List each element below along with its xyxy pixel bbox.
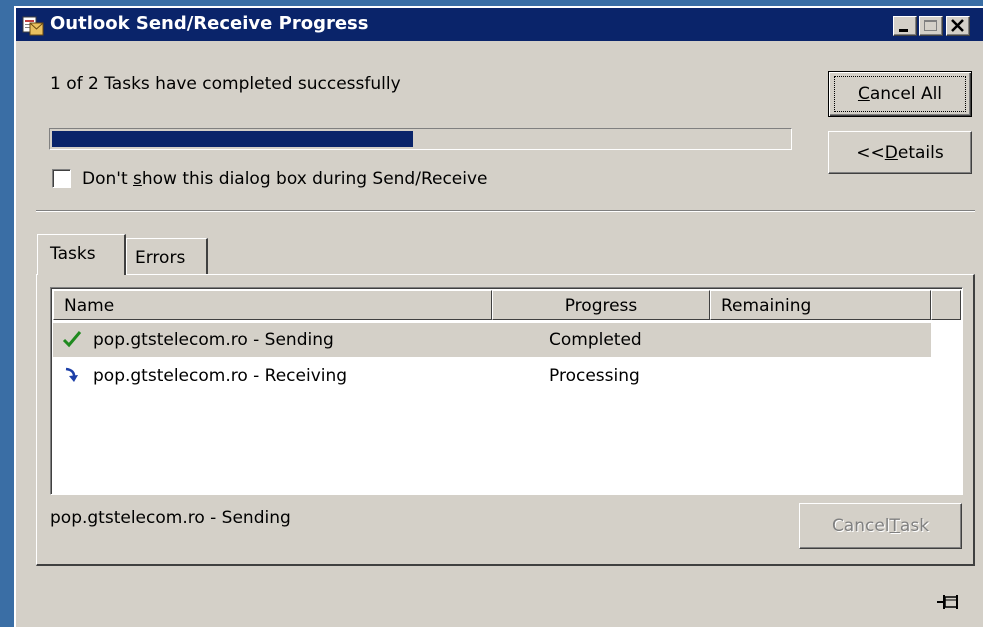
task-list[interactable]: Name Progress Remaining pop.gtstelecom.r… bbox=[50, 287, 963, 495]
column-remaining-label: Remaining bbox=[721, 296, 812, 316]
title-bar[interactable]: Outlook Send/Receive Progress bbox=[16, 8, 983, 41]
receive-arrow-icon bbox=[63, 366, 81, 391]
tab-errors[interactable]: Errors bbox=[126, 238, 208, 274]
send-receive-dialog: Outlook Send/Receive Progress 1 of 2 Tas… bbox=[14, 6, 983, 627]
details-label: << Details bbox=[856, 142, 944, 163]
task-progress: Processing bbox=[549, 366, 640, 386]
progress-bar-fill bbox=[52, 131, 413, 147]
maximize-button[interactable] bbox=[919, 16, 943, 36]
checkmark-icon bbox=[61, 329, 83, 354]
column-header-remaining[interactable]: Remaining bbox=[710, 290, 931, 320]
close-icon bbox=[951, 19, 964, 32]
tab-errors-label: Errors bbox=[135, 248, 186, 268]
tab-tasks[interactable]: Tasks bbox=[37, 234, 126, 275]
window-title: Outlook Send/Receive Progress bbox=[50, 13, 369, 34]
cancel-all-label: Cancel All bbox=[857, 84, 943, 104]
task-progress: Completed bbox=[549, 330, 642, 350]
tab-tasks-label: Tasks bbox=[50, 244, 96, 264]
column-header-filler bbox=[931, 290, 961, 320]
column-header-name[interactable]: Name bbox=[53, 290, 492, 320]
separator-line bbox=[36, 210, 975, 212]
column-name-label: Name bbox=[64, 296, 115, 316]
dont-show-checkbox[interactable] bbox=[52, 169, 71, 188]
dont-show-label[interactable]: Don't show this dialog box during Send/R… bbox=[82, 169, 488, 189]
table-row[interactable]: pop.gtstelecom.ro - Sending Completed bbox=[53, 323, 931, 357]
cancel-task-button[interactable]: Cancel Task bbox=[799, 503, 962, 549]
column-progress-label: Progress bbox=[564, 296, 638, 316]
minimize-button[interactable] bbox=[893, 16, 917, 36]
maximize-icon bbox=[924, 20, 937, 31]
details-button[interactable]: << Details bbox=[828, 131, 972, 174]
selected-task-label: pop.gtstelecom.ro - Sending bbox=[50, 508, 291, 528]
pin-icon[interactable] bbox=[936, 592, 962, 617]
task-name: pop.gtstelecom.ro - Sending bbox=[93, 330, 334, 350]
overall-progress-bar bbox=[49, 128, 792, 150]
task-name: pop.gtstelecom.ro - Receiving bbox=[93, 366, 348, 386]
table-row[interactable]: pop.gtstelecom.ro - Receiving Processing bbox=[53, 359, 931, 393]
completion-status-text: 1 of 2 Tasks have completed successfully bbox=[50, 74, 401, 94]
minimize-icon bbox=[899, 29, 908, 32]
cancel-task-label: Cancel Task bbox=[831, 516, 930, 536]
cancel-all-button[interactable]: Cancel All bbox=[828, 71, 972, 117]
column-header-progress[interactable]: Progress bbox=[492, 290, 710, 320]
close-button[interactable] bbox=[946, 16, 970, 36]
outlook-window-icon bbox=[22, 14, 44, 36]
